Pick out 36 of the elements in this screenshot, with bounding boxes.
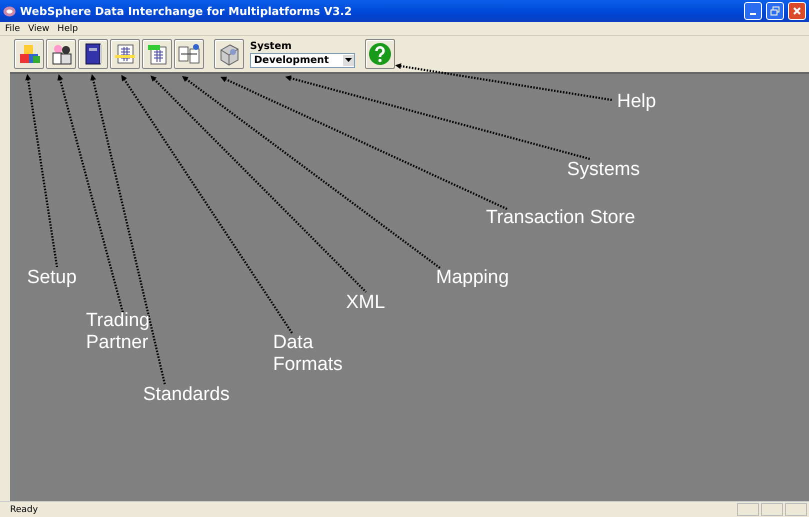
annotation-label: XML [346,292,386,314]
close-icon [793,7,801,15]
help-button[interactable] [365,39,395,69]
blocks-icon [17,42,41,66]
annotation-label: Data Formats [273,332,344,376]
status-panel [737,503,759,516]
restore-icon [770,6,780,16]
annotation-label: Trading Partner [86,310,151,354]
restore-button[interactable] [766,2,784,20]
document-grid-icon [113,42,137,66]
annotation-label: Standards [143,384,230,406]
menu-item[interactable]: File [5,24,20,34]
xml-document-icon [145,42,169,66]
toolbar-button[interactable] [78,39,108,69]
close-button[interactable] [788,2,806,20]
toolbar-button[interactable] [142,39,172,69]
annotation-label: Transaction Store [486,207,636,229]
menu-item[interactable]: View [28,24,50,34]
mapping-icon [177,42,201,66]
toolbar-button[interactable] [46,39,76,69]
dropdown-arrow-icon [345,58,352,62]
app-icon [3,4,16,18]
status-panel [785,503,807,516]
menu-item[interactable]: Help [57,24,78,34]
annotation-label: Mapping [436,267,509,289]
annotation-label: Setup [27,267,77,289]
annotation-label: Systems [567,159,640,181]
system-label: System [250,40,293,52]
status-text: Ready [10,504,39,514]
minimize-button[interactable] [744,2,762,20]
system-dropdown[interactable]: Development [250,52,355,68]
annotation-label: Help [617,91,656,113]
help-icon [368,42,392,66]
toolbar-button[interactable] [110,39,140,69]
window-title: WebSphere Data Interchange for Multiplatforms V3.2 [20,4,353,18]
status-panel [761,503,783,516]
